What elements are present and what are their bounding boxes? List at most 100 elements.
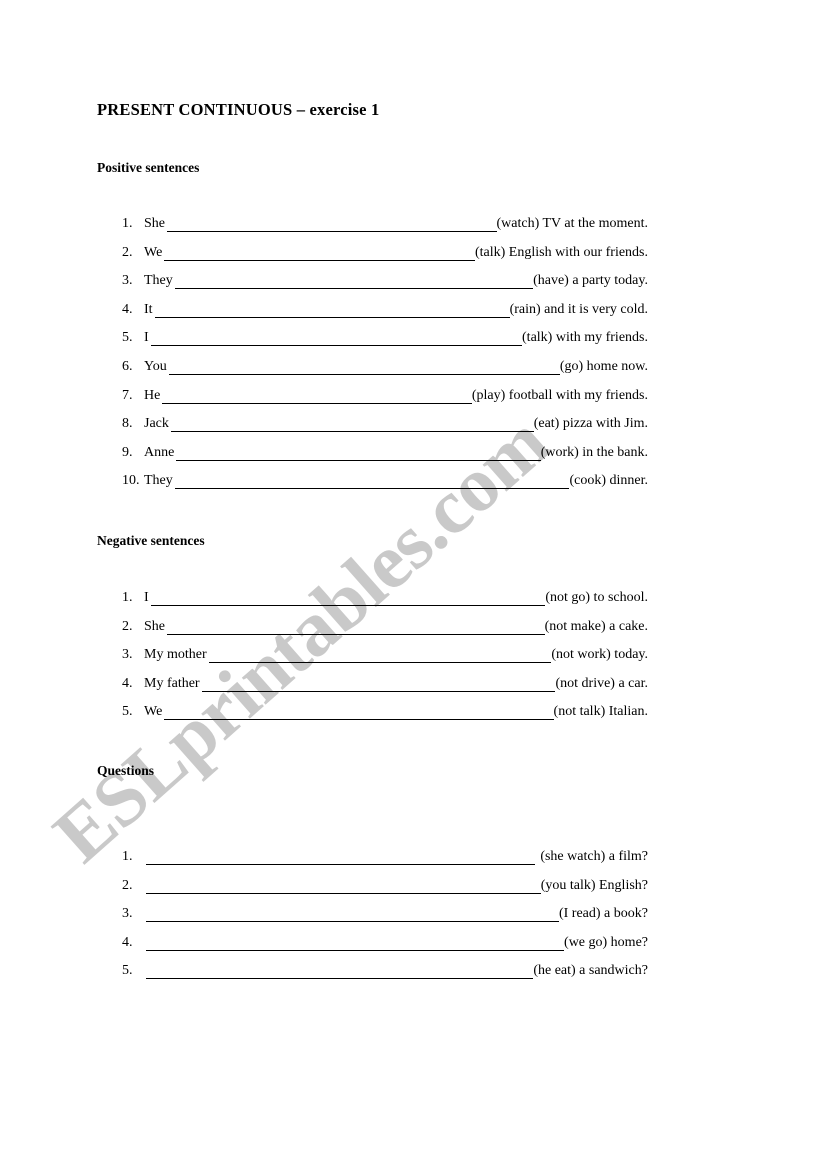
item-prompt-text: (talk) with my friends. xyxy=(522,330,648,346)
section-heading-positive: Positive sentences xyxy=(97,160,200,175)
answer-blank[interactable] xyxy=(201,677,556,692)
item-subject: Jack xyxy=(144,416,169,432)
list-item: 10. They (cook) dinner. xyxy=(0,471,821,500)
list-item: 4. My father (not drive) a car. xyxy=(0,674,821,703)
answer-blank[interactable] xyxy=(208,648,552,664)
item-number: 5. xyxy=(122,704,133,720)
item-number: 4. xyxy=(122,675,133,691)
answer-blank[interactable] xyxy=(146,964,534,980)
item-number: 4. xyxy=(122,301,133,317)
answer-blank[interactable] xyxy=(168,360,560,375)
item-number: 3. xyxy=(122,273,133,289)
answer-blank[interactable] xyxy=(146,936,565,951)
item-prompt-text: (he eat) a sandwich? xyxy=(533,963,648,979)
item-number: 7. xyxy=(122,387,133,403)
list-item: 2. (you talk) English? xyxy=(0,876,821,905)
answer-blank[interactable] xyxy=(176,446,541,461)
answer-blank[interactable] xyxy=(154,303,510,318)
list-item: 4. It (rain) and it is very cold. xyxy=(0,300,821,329)
item-number: 3. xyxy=(122,647,133,663)
item-subject: My mother xyxy=(144,647,207,663)
item-prompt-text: (not drive) a car. xyxy=(555,675,648,691)
list-item: 1. (she watch) a film? xyxy=(0,847,821,876)
item-prompt-text: (you talk) English? xyxy=(540,877,648,893)
item-prompt-text: (not talk) Italian. xyxy=(553,704,648,720)
item-number: 9. xyxy=(122,444,133,460)
item-prompt-text: (play) football with my friends. xyxy=(471,387,648,403)
item-prompt-text: (not work) today. xyxy=(551,647,648,663)
answer-blank[interactable] xyxy=(146,907,559,923)
answer-blank[interactable] xyxy=(170,417,534,433)
item-prompt-text: (eat) pizza with Jim. xyxy=(533,416,648,432)
list-positive: 1. She (watch) TV at the moment. 2. We (talk)… xyxy=(0,214,821,500)
item-prompt-text: (rain) and it is very cold. xyxy=(509,301,648,317)
list-item: 2. We (talk) English with our friends. xyxy=(0,243,821,272)
answer-blank[interactable] xyxy=(174,474,570,490)
item-number: 1. xyxy=(122,216,133,231)
list-item: 6. You (go) home now. xyxy=(0,357,821,386)
list-item: 5. We (not talk) Italian. xyxy=(0,702,821,731)
list-item: 3. They (have) a party today. xyxy=(0,271,821,300)
item-number: 2. xyxy=(122,877,133,893)
item-number: 8. xyxy=(122,416,133,432)
item-subject: I xyxy=(144,330,149,346)
item-subject: It xyxy=(144,301,153,317)
list-item: 2. She (not make) a cake. xyxy=(0,617,821,646)
item-number: 1. xyxy=(122,849,133,864)
item-subject: We xyxy=(144,244,163,260)
item-prompt-text: (not make) a cake. xyxy=(544,618,648,634)
answer-blank[interactable] xyxy=(162,389,472,404)
item-prompt-text: (go) home now. xyxy=(559,358,648,374)
item-subject: She xyxy=(144,618,165,634)
list-item: 3. (I read) a book? xyxy=(0,904,821,933)
item-prompt-text: (I read) a book? xyxy=(558,906,648,922)
item-prompt-text: (work) in the bank. xyxy=(540,444,648,460)
item-prompt-text: (have) a party today. xyxy=(533,273,648,289)
list-negative: 1. I (not go) to school. 2. She (not make) a … xyxy=(0,588,821,731)
list-item: 3. My mother (not work) today. xyxy=(0,645,821,674)
item-prompt-text: (not go) to school. xyxy=(545,590,648,605)
item-number: 1. xyxy=(122,590,133,605)
item-subject: He xyxy=(144,387,161,403)
section-heading-negative: Negative sentences xyxy=(97,533,205,548)
list-questions: 1. (she watch) a film? 2. (you talk) Englis… xyxy=(0,847,821,990)
answer-blank[interactable] xyxy=(150,591,546,606)
item-subject: She xyxy=(144,216,165,231)
answer-blank[interactable] xyxy=(150,331,523,347)
item-prompt-text: (she watch) a film? xyxy=(540,849,648,864)
list-item: 9. Anne (work) in the bank. xyxy=(0,443,821,472)
worksheet-page: ESLprintables.com PRESENT CONTINUOUS – e… xyxy=(0,0,821,1169)
item-subject: You xyxy=(144,358,167,374)
item-prompt-text: (we go) home? xyxy=(564,934,648,950)
item-number: 3. xyxy=(122,906,133,922)
item-prompt-text: (talk) English with our friends. xyxy=(474,244,648,260)
list-item: 7. He (play) football with my friends. xyxy=(0,386,821,415)
item-number: 6. xyxy=(122,358,133,374)
item-subject: Anne xyxy=(144,444,175,460)
page-title: PRESENT CONTINUOUS – exercise 1 xyxy=(97,100,380,119)
item-prompt-text: (watch) TV at the moment. xyxy=(496,216,649,231)
list-item: 4. (we go) home? xyxy=(0,933,821,962)
answer-blank[interactable] xyxy=(174,274,534,290)
item-prompt-text: (cook) dinner. xyxy=(569,473,648,489)
item-number: 2. xyxy=(122,244,133,260)
section-heading-questions: Questions xyxy=(97,763,155,778)
item-number: 10. xyxy=(122,473,140,489)
answer-blank[interactable] xyxy=(146,879,541,894)
item-number: 5. xyxy=(122,330,133,346)
answer-blank[interactable] xyxy=(164,705,554,721)
list-item: 5. (he eat) a sandwich? xyxy=(0,961,821,990)
answer-blank[interactable] xyxy=(164,246,475,261)
item-number: 2. xyxy=(122,618,133,634)
list-item: 1. I (not go) to school. xyxy=(0,588,821,617)
answer-blank[interactable] xyxy=(167,620,545,635)
answer-blank[interactable] xyxy=(167,217,497,232)
item-number: 4. xyxy=(122,934,133,950)
item-subject: I xyxy=(144,590,149,605)
item-subject: They xyxy=(144,273,173,289)
item-subject: They xyxy=(144,473,173,489)
item-number: 5. xyxy=(122,963,133,979)
list-item: 8. Jack (eat) pizza with Jim. xyxy=(0,414,821,443)
answer-blank[interactable] xyxy=(146,850,536,865)
list-item: 1. She (watch) TV at the moment. xyxy=(0,214,821,243)
